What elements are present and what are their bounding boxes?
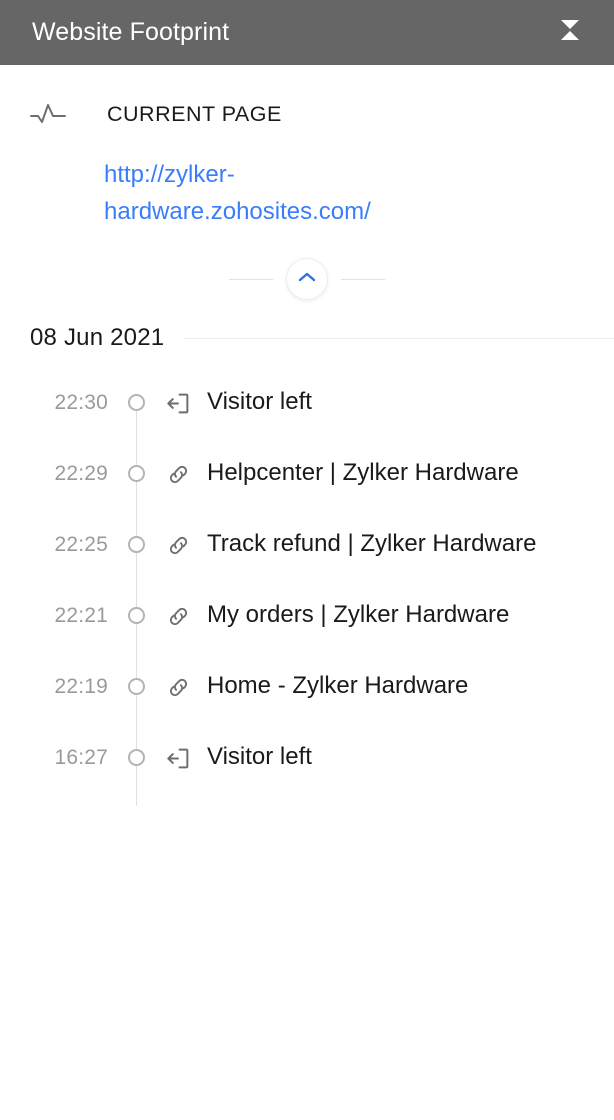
collapse-rule-left <box>229 278 273 280</box>
link-chain-icon <box>164 522 192 558</box>
event-label: My orders | Zylker Hardware <box>207 601 510 628</box>
event-marker <box>108 593 164 624</box>
event-time: 22:30 <box>54 391 108 414</box>
link-chain-icon <box>164 664 192 700</box>
timeline-event-row[interactable]: 22:19 Home - Zylker Hardware <box>0 664 614 735</box>
close-button[interactable] <box>548 11 592 55</box>
event-label: Visitor left <box>207 388 312 415</box>
event-time: 22:21 <box>54 604 108 627</box>
event-label: Track refund | Zylker Hardware <box>207 530 537 557</box>
event-label: Helpcenter | Zylker Hardware <box>207 459 519 486</box>
collapse-rule-right <box>341 278 385 280</box>
event-marker <box>108 735 164 766</box>
collapse-toggle-row <box>0 254 614 304</box>
event-marker <box>108 522 164 553</box>
event-label: Home - Zylker Hardware <box>207 672 469 699</box>
timeline-dot-icon <box>127 678 145 695</box>
link-chain-icon <box>164 593 192 629</box>
chevron-up-icon <box>298 270 316 288</box>
current-page-header: CURRENT PAGE <box>0 99 614 129</box>
close-x-icon <box>557 17 583 48</box>
window-title: Website Footprint <box>32 18 230 46</box>
event-time: 22:29 <box>54 462 108 485</box>
timeline-dot-icon <box>127 465 145 482</box>
timeline-dot-icon <box>127 607 145 624</box>
current-page-url-link[interactable]: http://zylker-hardware.zohosites.com/ <box>104 156 464 230</box>
timeline-date-label: 08 Jun 2021 <box>30 324 165 351</box>
current-page-label: CURRENT PAGE <box>107 101 282 126</box>
event-marker <box>108 380 164 411</box>
timeline-dot-icon <box>127 394 145 411</box>
event-marker <box>108 451 164 482</box>
timeline-event-row[interactable]: 22:30 Visitor left <box>0 380 614 451</box>
window-titlebar: Website Footprint <box>0 0 614 65</box>
link-chain-icon <box>164 451 192 487</box>
pulse-activity-icon <box>30 99 66 129</box>
timeline-event-row[interactable]: 22:21 My orders | Zylker Hardware <box>0 593 614 664</box>
timeline-date-divider <box>184 337 614 339</box>
exit-logout-icon <box>164 380 192 416</box>
timeline-date-header: 08 Jun 2021 <box>0 324 614 352</box>
event-label: Visitor left <box>207 743 312 770</box>
timeline-event-row[interactable]: 16:27 Visitor left <box>0 735 614 806</box>
event-time: 22:25 <box>54 533 108 556</box>
timeline-dot-icon <box>127 749 145 766</box>
event-marker <box>108 664 164 695</box>
exit-logout-icon <box>164 735 192 771</box>
current-page-section: CURRENT PAGE http://zylker-hardware.zoho… <box>0 65 614 230</box>
timeline-event-row[interactable]: 22:29 Helpcenter | Zylker Hardware <box>0 451 614 522</box>
timeline-event-row[interactable]: 22:25 Track refund | Zylker Hardware <box>0 522 614 593</box>
event-time: 16:27 <box>54 746 108 769</box>
visitor-footprint-timeline: 22:30 Visitor left 22:29 Helpcenter | Zylke… <box>0 380 614 806</box>
collapse-toggle-button[interactable] <box>287 259 327 299</box>
event-time: 22:19 <box>54 675 108 698</box>
timeline-dot-icon <box>127 536 145 553</box>
